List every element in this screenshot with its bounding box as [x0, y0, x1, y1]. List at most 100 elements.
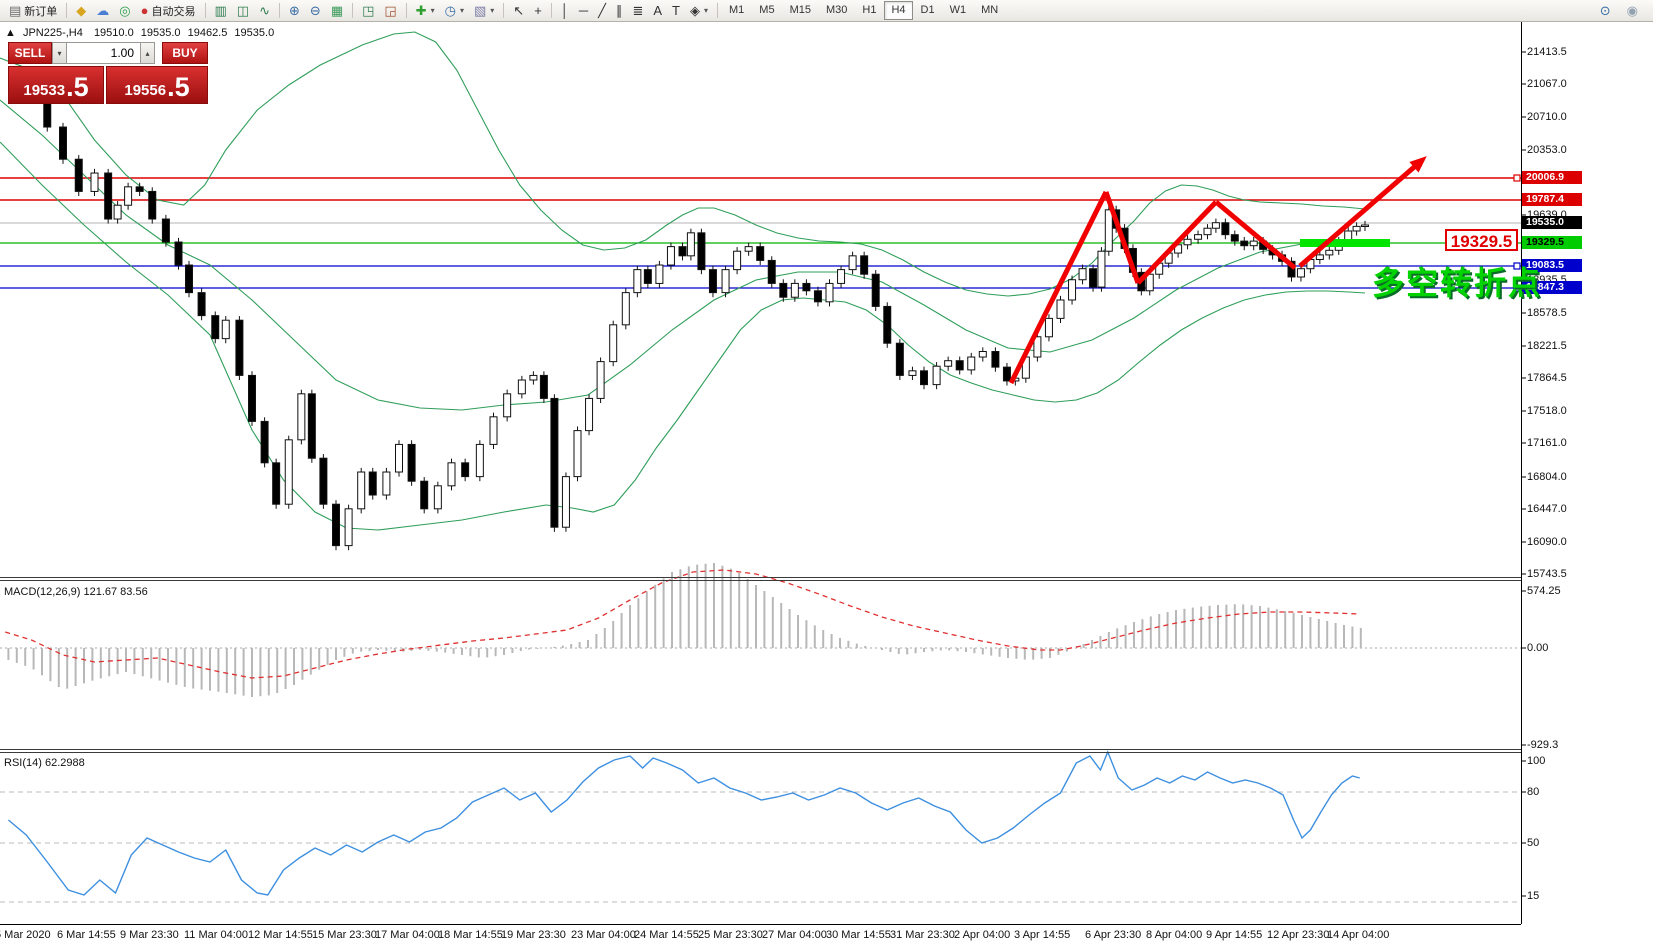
sell-price-frac: .5: [66, 74, 89, 101]
autotrading-button[interactable]: ●自动交易: [136, 0, 201, 21]
shapes-icon: ◈: [690, 4, 700, 17]
high-value: 19535.0: [141, 27, 181, 39]
date-label: 2 Apr 04:00: [954, 929, 1010, 941]
autotrading-icon: ●: [141, 4, 149, 17]
cursor-icon: ↖: [513, 4, 524, 17]
macd-indicator-label: MACD(12,26,9) 121.67 83.56: [4, 586, 148, 598]
toolbar-separator: [717, 3, 718, 18]
candlestick-chart-button[interactable]: ◫: [232, 0, 254, 21]
text-icon: A: [653, 4, 662, 17]
tab-timeframe-h1[interactable]: H1: [855, 1, 883, 20]
toolbar-separator: [205, 3, 206, 18]
price-tick-label: 20710.0: [1527, 111, 1567, 123]
sell-button[interactable]: SELL: [8, 42, 52, 64]
price-badge: 20006.9: [1522, 171, 1582, 184]
tab-timeframe-h4[interactable]: H4: [884, 1, 912, 20]
price-tick-label: 18221.5: [1527, 340, 1567, 352]
search-icon-button[interactable]: ⊙: [1595, 0, 1616, 21]
low-value: 19462.5: [188, 27, 228, 39]
price-badge: 19329.5: [1522, 236, 1582, 249]
toolbar-separator: [503, 3, 504, 18]
templates-button[interactable]: ▧▾: [469, 0, 499, 21]
new-chart-icon: ✚: [416, 4, 427, 17]
tab-timeframe-d1[interactable]: D1: [914, 1, 942, 20]
vertical-line-button[interactable]: │: [556, 0, 574, 21]
trendline-button[interactable]: ╱: [593, 0, 611, 21]
one-click-trading-panel: SELL ▾ ▴ BUY 19533 .5 19556 .5: [8, 42, 208, 104]
periodicity-icon: ◷: [445, 4, 456, 17]
volume-increase-button[interactable]: ▴: [140, 42, 155, 64]
date-label: 12 Mar 14:55: [248, 929, 313, 941]
date-label: 12 Apr 23:30: [1267, 929, 1329, 941]
top-toolbar: ▤新订单◆☁◎●自动交易▥◫∿⊕⊖▦◳◲✚▾◷▾▧▾↖+│─╱∥≣AT◈▾ M1…: [0, 0, 1653, 22]
tab-timeframe-w1[interactable]: W1: [943, 1, 974, 20]
toolbar-separator: [551, 3, 552, 18]
tab-timeframe-m15[interactable]: M15: [783, 1, 818, 20]
tab-timeframe-m5[interactable]: M5: [752, 1, 781, 20]
signals-icon[interactable]: ◎: [114, 0, 135, 21]
date-label: 11 Mar 04:00: [184, 929, 248, 941]
zoom-in-button[interactable]: ⊕: [284, 0, 305, 21]
date-label: 30 Mar 14:55: [826, 929, 891, 941]
buy-price-display[interactable]: 19556 .5: [106, 66, 208, 104]
chinese-annotation-text[interactable]: 多空转折点: [1372, 258, 1542, 304]
community-icon[interactable]: ☁: [91, 0, 114, 21]
price-tick-label: 100: [1527, 755, 1545, 767]
chart-canvas[interactable]: [0, 0, 1653, 947]
volume-decrease-button[interactable]: ▾: [52, 42, 67, 64]
deposit-icon-icon: ◆: [76, 4, 86, 17]
sell-price-display[interactable]: 19533 .5: [8, 66, 104, 104]
signals-icon-icon: ◎: [119, 4, 130, 17]
new-order-button[interactable]: ▤新订单: [4, 0, 62, 21]
price-tick-label: 15743.5: [1527, 568, 1567, 580]
buy-button[interactable]: BUY: [162, 42, 208, 64]
toolbar-separator: [66, 3, 67, 18]
price-tick-label: 20353.0: [1527, 144, 1567, 156]
text-button[interactable]: A: [648, 0, 667, 21]
fibonacci-icon: ≣: [632, 4, 643, 17]
tab-timeframe-m1[interactable]: M1: [722, 1, 751, 20]
new-order-button-label: 新订单: [24, 3, 57, 19]
periodicity-button[interactable]: ◷▾: [440, 0, 469, 21]
price-tick-label: 16090.0: [1527, 536, 1567, 548]
tab-timeframe-mn[interactable]: MN: [974, 1, 1005, 20]
text-label-button[interactable]: T: [667, 0, 685, 21]
shapes-button[interactable]: ◈▾: [685, 0, 713, 21]
price-level-box[interactable]: 19329.5: [1445, 229, 1518, 251]
symbol-period-label: JPN225-,H4: [23, 27, 83, 39]
price-tick-label: 21067.0: [1527, 78, 1567, 90]
cursor-button[interactable]: ↖: [508, 0, 529, 21]
deposit-icon[interactable]: ◆: [71, 0, 91, 21]
price-tick-label: 17518.0: [1527, 405, 1567, 417]
new-order-icon: ▤: [9, 4, 21, 17]
date-label: 27 Mar 04:00: [762, 929, 827, 941]
chat-icon-glyph: ◉: [1627, 4, 1638, 17]
toolbar-separator: [352, 3, 353, 18]
chat-icon-button[interactable]: ◉: [1622, 0, 1643, 21]
zoom-out-button[interactable]: ⊖: [305, 0, 326, 21]
price-tick-label: 18578.5: [1527, 307, 1567, 319]
tile-windows-icon: ▦: [331, 4, 343, 17]
sell-price-main: 19533: [23, 81, 65, 101]
date-label: 9 Mar 23:30: [120, 929, 179, 941]
crosshair-button[interactable]: +: [529, 0, 547, 21]
bar-chart-button[interactable]: ▥: [210, 0, 232, 21]
fibonacci-button[interactable]: ≣: [627, 0, 648, 21]
price-tick-label: -929.3: [1527, 739, 1558, 751]
price-badge: 19787.4: [1522, 193, 1582, 206]
date-label: 23 Mar 04:00: [571, 929, 636, 941]
line-chart-button[interactable]: ∿: [254, 0, 275, 21]
vertical-line-icon: │: [561, 4, 569, 17]
tab-timeframe-m30[interactable]: M30: [819, 1, 854, 20]
channel-icon: ∥: [616, 4, 623, 17]
profiles-button[interactable]: ◳: [357, 0, 379, 21]
chevron-down-icon: ▾: [431, 6, 435, 15]
channel-button[interactable]: ∥: [611, 0, 628, 21]
price-tick-label: 0.00: [1527, 642, 1548, 654]
horizontal-line-button[interactable]: ─: [574, 0, 593, 21]
new-chart-button[interactable]: ✚▾: [411, 0, 440, 21]
volume-input[interactable]: [67, 42, 140, 64]
tile-windows-button[interactable]: ▦: [326, 0, 348, 21]
arrange-button[interactable]: ◲: [379, 0, 401, 21]
chart-ohlc-header: ▲ JPN225-,H4 19510.0 19535.0 19462.5 195…: [5, 27, 278, 39]
